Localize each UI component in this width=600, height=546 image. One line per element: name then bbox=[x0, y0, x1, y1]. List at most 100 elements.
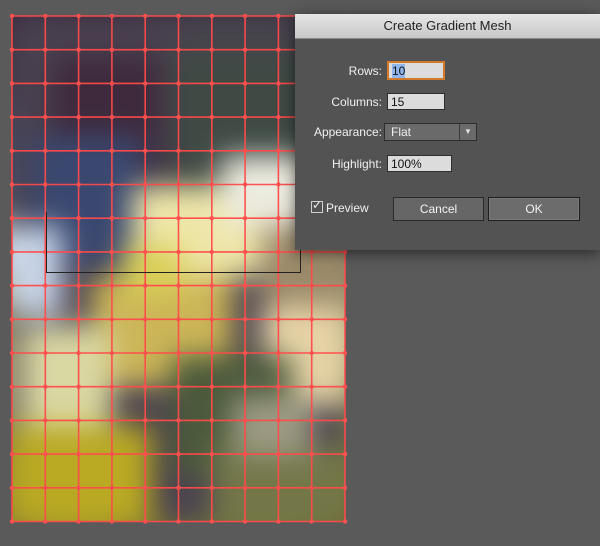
mesh-anchor-point[interactable] bbox=[43, 81, 48, 86]
mesh-anchor-point[interactable] bbox=[143, 114, 148, 120]
mesh-anchor-point[interactable] bbox=[209, 81, 214, 86]
mesh-anchor-point[interactable] bbox=[143, 350, 148, 356]
mesh-anchor-point[interactable] bbox=[43, 451, 48, 457]
mesh-anchor-point[interactable] bbox=[76, 114, 81, 120]
mesh-anchor-point[interactable] bbox=[209, 13, 214, 19]
mesh-anchor-point[interactable] bbox=[176, 418, 181, 423]
mesh-anchor-point[interactable] bbox=[109, 384, 115, 389]
mesh-anchor-point[interactable] bbox=[309, 350, 314, 356]
mesh-anchor-point[interactable] bbox=[9, 182, 15, 187]
mesh-anchor-point[interactable] bbox=[342, 283, 348, 288]
mesh-anchor-point[interactable] bbox=[76, 350, 81, 356]
mesh-anchor-point[interactable] bbox=[276, 47, 281, 52]
mesh-anchor-point[interactable] bbox=[276, 81, 281, 86]
mesh-anchor-point[interactable] bbox=[43, 47, 48, 52]
mesh-anchor-point[interactable] bbox=[43, 519, 48, 524]
mesh-anchor-point[interactable] bbox=[43, 148, 48, 153]
mesh-anchor-point[interactable] bbox=[242, 182, 248, 187]
mesh-anchor-point[interactable] bbox=[76, 485, 81, 490]
mesh-anchor-point[interactable] bbox=[242, 81, 248, 86]
mesh-anchor-point[interactable] bbox=[176, 519, 181, 524]
mesh-anchor-point[interactable] bbox=[76, 384, 81, 389]
mesh-anchor-point[interactable] bbox=[9, 519, 15, 524]
mesh-anchor-point[interactable] bbox=[209, 451, 214, 457]
mesh-anchor-point[interactable] bbox=[242, 519, 248, 524]
mesh-anchor-point[interactable] bbox=[43, 283, 48, 288]
mesh-anchor-point[interactable] bbox=[342, 519, 348, 524]
mesh-anchor-point[interactable] bbox=[9, 384, 15, 389]
mesh-anchor-point[interactable] bbox=[309, 384, 314, 389]
mesh-anchor-point[interactable] bbox=[143, 47, 148, 52]
appearance-select[interactable]: Flat ▼ bbox=[384, 123, 477, 141]
mesh-anchor-point[interactable] bbox=[342, 350, 348, 356]
mesh-anchor-point[interactable] bbox=[109, 13, 115, 19]
mesh-anchor-point[interactable] bbox=[43, 384, 48, 389]
columns-input[interactable]: 15 bbox=[387, 93, 445, 110]
mesh-anchor-point[interactable] bbox=[76, 519, 81, 524]
mesh-anchor-point[interactable] bbox=[209, 418, 214, 423]
mesh-anchor-point[interactable] bbox=[76, 148, 81, 153]
mesh-anchor-point[interactable] bbox=[342, 317, 348, 322]
mesh-anchor-point[interactable] bbox=[76, 451, 81, 457]
mesh-anchor-point[interactable] bbox=[309, 418, 314, 423]
mesh-anchor-point[interactable] bbox=[176, 485, 181, 490]
mesh-anchor-point[interactable] bbox=[276, 114, 281, 120]
mesh-anchor-point[interactable] bbox=[9, 13, 15, 19]
mesh-anchor-point[interactable] bbox=[9, 81, 15, 86]
mesh-anchor-point[interactable] bbox=[43, 418, 48, 423]
cancel-button[interactable]: Cancel bbox=[393, 197, 484, 221]
mesh-anchor-point[interactable] bbox=[9, 317, 15, 322]
mesh-anchor-point[interactable] bbox=[43, 485, 48, 490]
mesh-anchor-point[interactable] bbox=[242, 47, 248, 52]
mesh-anchor-point[interactable] bbox=[209, 317, 214, 322]
mesh-anchor-point[interactable] bbox=[242, 114, 248, 120]
mesh-anchor-point[interactable] bbox=[209, 519, 214, 524]
mesh-anchor-point[interactable] bbox=[109, 317, 115, 322]
mesh-anchor-point[interactable] bbox=[176, 283, 181, 288]
mesh-anchor-point[interactable] bbox=[276, 317, 281, 322]
checkbox-box[interactable]: ✓ bbox=[311, 198, 323, 213]
mesh-anchor-point[interactable] bbox=[143, 317, 148, 322]
mesh-anchor-point[interactable] bbox=[9, 249, 15, 255]
mesh-anchor-point[interactable] bbox=[109, 182, 115, 187]
mesh-anchor-point[interactable] bbox=[109, 485, 115, 490]
mesh-anchor-point[interactable] bbox=[176, 317, 181, 322]
preview-checkbox[interactable]: ✓ Preview bbox=[311, 198, 369, 215]
mesh-anchor-point[interactable] bbox=[76, 418, 81, 423]
mesh-anchor-point[interactable] bbox=[143, 81, 148, 86]
mesh-anchor-point[interactable] bbox=[176, 350, 181, 356]
mesh-anchor-point[interactable] bbox=[309, 249, 314, 255]
mesh-anchor-point[interactable] bbox=[309, 451, 314, 457]
rows-input[interactable]: 10 bbox=[387, 61, 445, 80]
mesh-anchor-point[interactable] bbox=[242, 283, 248, 288]
mesh-anchor-point[interactable] bbox=[9, 418, 15, 423]
mesh-anchor-point[interactable] bbox=[176, 13, 181, 19]
mesh-anchor-point[interactable] bbox=[143, 13, 148, 19]
mesh-anchor-point[interactable] bbox=[43, 350, 48, 356]
mesh-anchor-point[interactable] bbox=[109, 47, 115, 52]
mesh-anchor-point[interactable] bbox=[109, 283, 115, 288]
mesh-anchor-point[interactable] bbox=[242, 148, 248, 153]
mesh-anchor-point[interactable] bbox=[76, 182, 81, 187]
mesh-anchor-point[interactable] bbox=[176, 182, 181, 187]
ok-button[interactable]: OK bbox=[488, 197, 580, 221]
mesh-anchor-point[interactable] bbox=[309, 519, 314, 524]
mesh-anchor-point[interactable] bbox=[342, 384, 348, 389]
mesh-anchor-point[interactable] bbox=[209, 485, 214, 490]
mesh-anchor-point[interactable] bbox=[242, 350, 248, 356]
mesh-anchor-point[interactable] bbox=[9, 451, 15, 457]
mesh-anchor-point[interactable] bbox=[242, 317, 248, 322]
mesh-anchor-point[interactable] bbox=[242, 485, 248, 490]
mesh-anchor-point[interactable] bbox=[276, 418, 281, 423]
mesh-anchor-point[interactable] bbox=[76, 47, 81, 52]
mesh-anchor-point[interactable] bbox=[176, 451, 181, 457]
mesh-anchor-point[interactable] bbox=[342, 485, 348, 490]
mesh-anchor-point[interactable] bbox=[309, 283, 314, 288]
mesh-anchor-point[interactable] bbox=[9, 216, 15, 221]
mesh-anchor-point[interactable] bbox=[276, 148, 281, 153]
mesh-anchor-point[interactable] bbox=[276, 519, 281, 524]
mesh-anchor-point[interactable] bbox=[276, 182, 281, 187]
mesh-anchor-point[interactable] bbox=[209, 182, 214, 187]
mesh-anchor-point[interactable] bbox=[209, 283, 214, 288]
mesh-anchor-point[interactable] bbox=[176, 384, 181, 389]
